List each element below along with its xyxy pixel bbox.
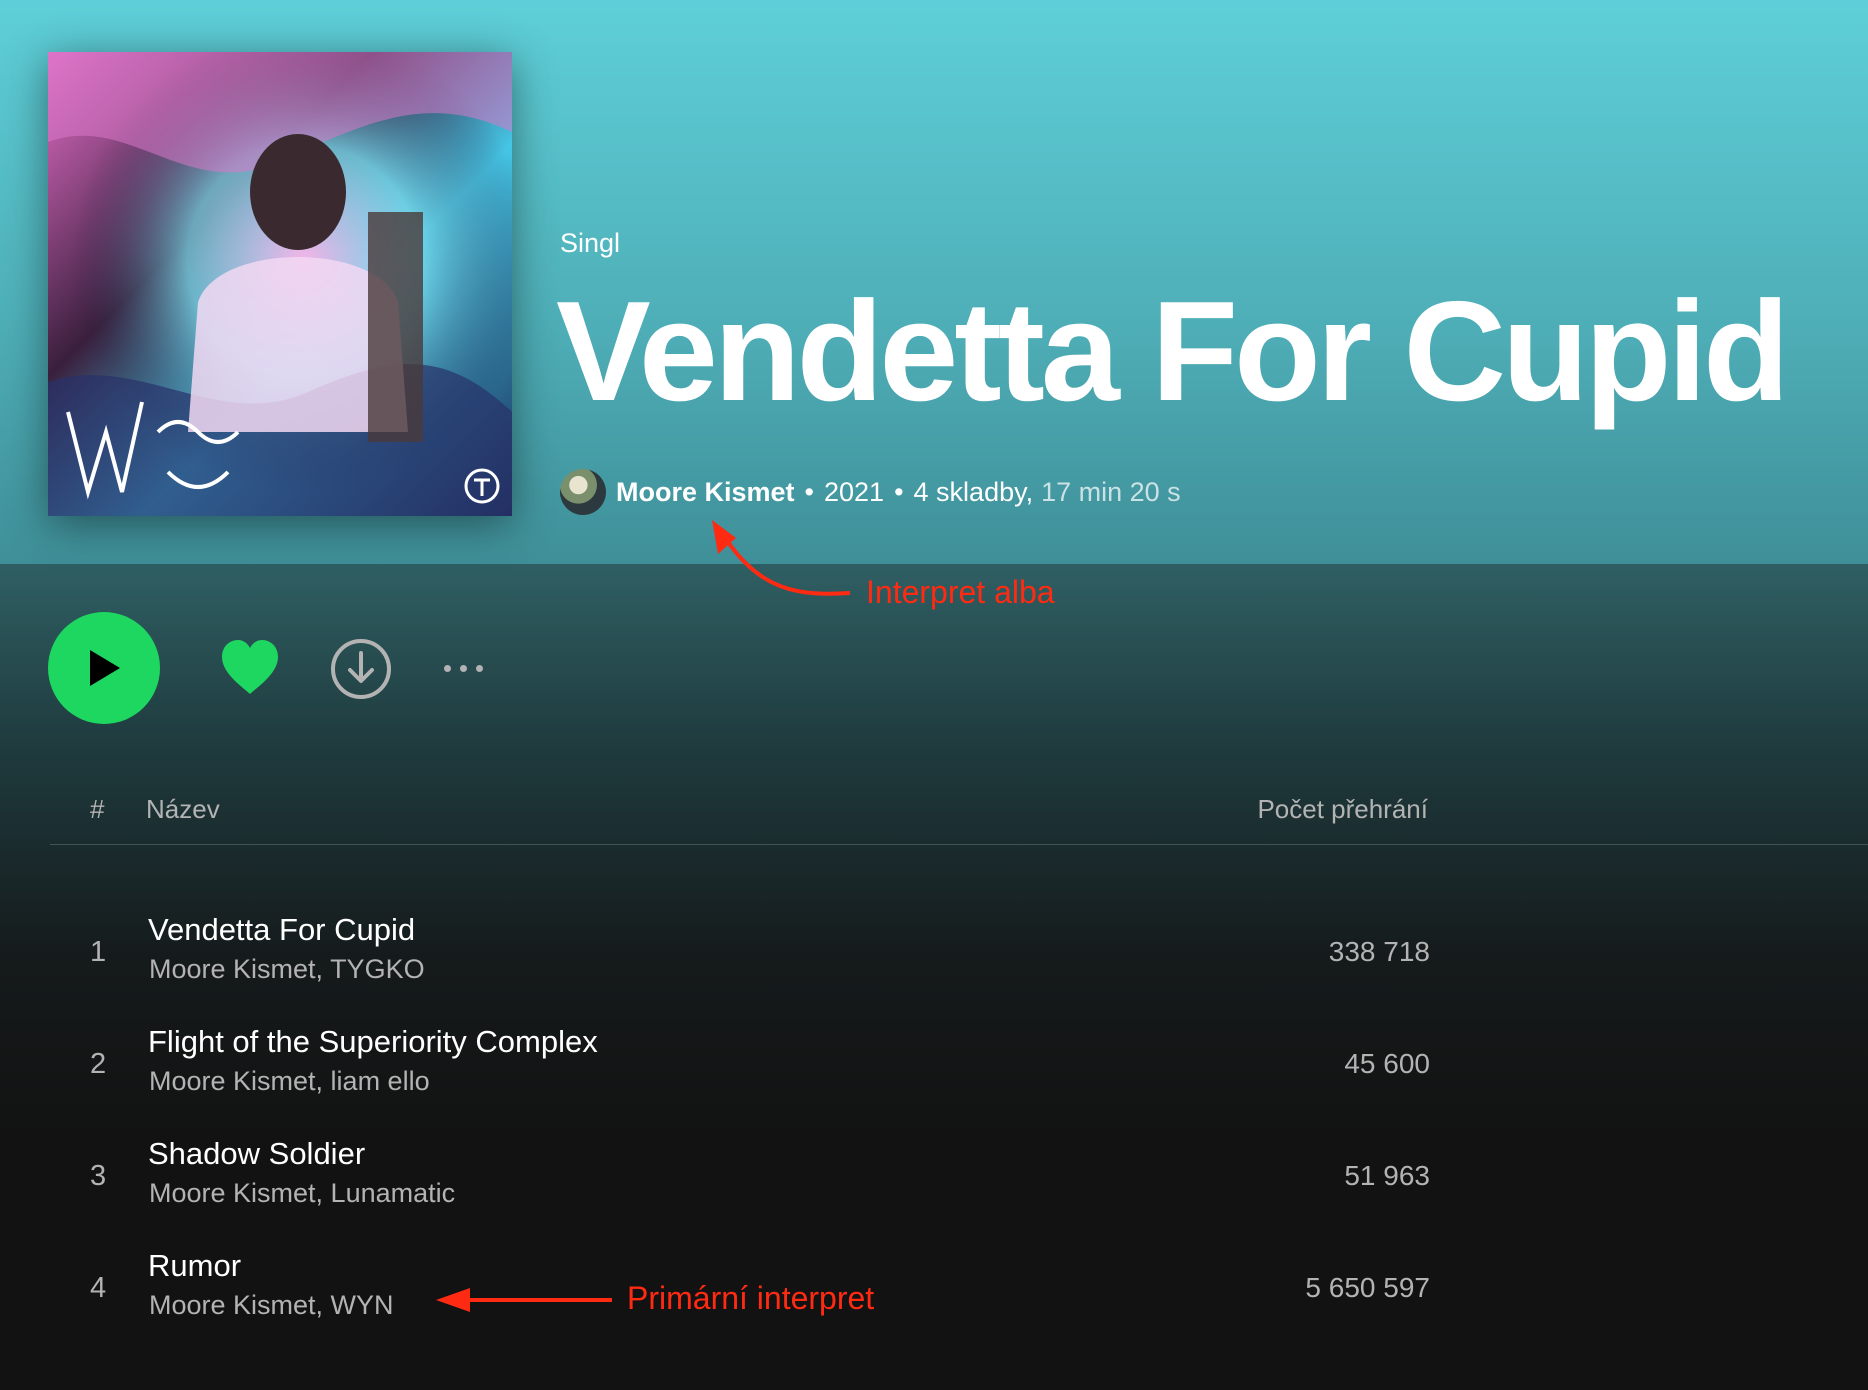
album-cover-art	[48, 52, 512, 516]
artist-avatar[interactable]	[560, 469, 606, 515]
more-icon	[444, 664, 451, 672]
track-row[interactable]: 3 Shadow Soldier Moore Kismet, Lunamatic…	[50, 1122, 1430, 1234]
track-title[interactable]: Flight of the Superiority Complex	[148, 1024, 598, 1060]
album-meta: Moore Kismet • 2021 • 4 skladby, 17 min …	[560, 468, 1181, 516]
play-icon	[90, 650, 120, 686]
album-track-count: 4 skladby,	[913, 476, 1034, 507]
track-artists[interactable]: Moore Kismet, Lunamatic	[149, 1178, 455, 1209]
track-number: 4	[90, 1272, 107, 1304]
track-number: 2	[90, 1048, 107, 1080]
heart-icon	[222, 640, 278, 694]
track-plays: 338 718	[1328, 936, 1430, 967]
track-artists[interactable]: Moore Kismet, liam ello	[149, 1066, 430, 1097]
album-cover	[48, 52, 512, 516]
track-table-header: # Název Počet přehrání	[50, 780, 1868, 845]
track-title[interactable]: Vendetta For Cupid	[148, 912, 415, 948]
annotation-primary-artist: Primární interpret	[627, 1280, 875, 1316]
track-number: 1	[90, 936, 107, 968]
track-artists[interactable]: Moore Kismet, WYN	[149, 1290, 394, 1321]
play-button[interactable]	[48, 612, 160, 724]
annotation-album-artist: Interpret alba	[866, 574, 1055, 610]
like-button[interactable]	[218, 636, 282, 700]
more-icon	[476, 664, 483, 672]
more-options-button[interactable]	[444, 652, 483, 684]
meta-separator: •	[894, 476, 904, 507]
meta-separator: •	[804, 476, 814, 507]
track-title[interactable]: Shadow Soldier	[148, 1136, 365, 1172]
album-title: Vendetta For Cupid	[556, 272, 1790, 431]
album-type-label: Singl	[560, 228, 621, 258]
track-plays: 45 600	[1344, 1048, 1430, 1079]
column-number: #	[90, 794, 105, 824]
track-plays: 5 650 597	[1305, 1272, 1430, 1303]
track-number: 3	[90, 1160, 107, 1192]
annotation-arrow-album-artist	[712, 520, 851, 596]
track-artists[interactable]: Moore Kismet, TYGKO	[149, 954, 425, 985]
column-title: Název	[146, 794, 220, 824]
album-artist-link[interactable]: Moore Kismet	[616, 477, 795, 508]
album-year: 2021	[824, 476, 885, 507]
album-duration: 17 min 20 s	[1041, 476, 1181, 507]
track-row[interactable]: 1 Vendetta For Cupid Moore Kismet, TYGKO…	[50, 898, 1430, 1010]
track-plays: 51 963	[1344, 1160, 1430, 1191]
column-plays: Počet přehrání	[1257, 794, 1428, 824]
annotation-arrow-primary-artist	[436, 1288, 612, 1312]
download-icon	[331, 639, 391, 699]
download-button[interactable]	[330, 638, 392, 700]
more-icon	[460, 664, 467, 672]
track-row[interactable]: 2 Flight of the Superiority Complex Moor…	[50, 1010, 1430, 1122]
track-title[interactable]: Rumor	[148, 1248, 241, 1284]
